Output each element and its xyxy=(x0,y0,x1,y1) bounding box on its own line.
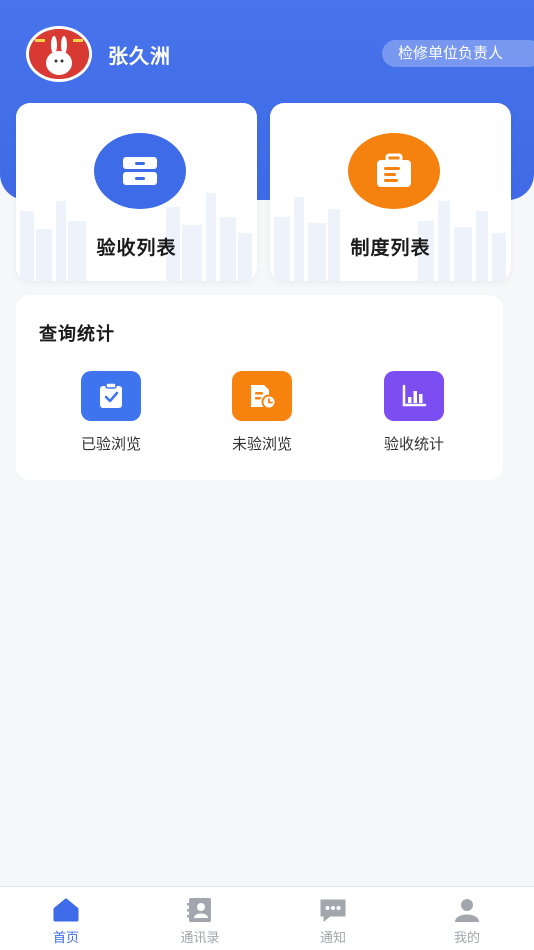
regulation-list-label: 制度列表 xyxy=(350,237,431,259)
acceptance-list-label: 验收列表 xyxy=(96,237,177,259)
stat-item-unaccepted-browse[interactable]: 未验浏览 xyxy=(202,371,322,454)
contacts-icon xyxy=(187,898,211,922)
tab-home[interactable]: 首页 xyxy=(21,897,111,946)
tab-mine-label: 我的 xyxy=(453,931,480,946)
acceptance-list-card[interactable]: 验收列表 xyxy=(16,103,257,281)
acceptance-stats-icon-box xyxy=(384,371,444,421)
stat-item-acceptance-stats[interactable]: 验收统计 xyxy=(354,371,474,454)
unaccepted-browse-icon-box xyxy=(232,371,292,421)
tab-home-label: 首页 xyxy=(52,931,79,946)
tab-notifications[interactable]: 通知 xyxy=(288,897,378,946)
regulation-list-icon-circle xyxy=(348,133,440,209)
unaccepted-browse-label: 未验浏览 xyxy=(231,435,292,453)
tab-notifications-label: 通知 xyxy=(319,931,346,946)
accepted-browse-icon-box xyxy=(81,371,141,421)
query-stats-card: 查询统计 已验浏览 未验浏览 验收统计 xyxy=(16,295,503,480)
document-clock-icon xyxy=(251,385,277,410)
drawer-icon xyxy=(123,157,157,185)
bottom-tab-bar: 首页 通讯录 通知 我的 xyxy=(0,886,534,950)
tab-contacts[interactable]: 通讯录 xyxy=(155,897,245,946)
briefcase-document-icon xyxy=(377,153,411,187)
regulation-list-card[interactable]: 制度列表 xyxy=(270,103,511,281)
acceptance-list-icon-circle xyxy=(94,133,186,209)
acceptance-stats-label: 验收统计 xyxy=(383,435,444,453)
message-icon xyxy=(320,899,346,922)
query-stats-title: 查询统计 xyxy=(39,324,115,345)
accepted-browse-label: 已验浏览 xyxy=(80,435,141,453)
stat-item-accepted-browse[interactable]: 已验浏览 xyxy=(51,371,171,454)
role-badge[interactable]: 检修单位负责人 xyxy=(382,40,534,67)
user-icon xyxy=(455,899,479,922)
avatar-image xyxy=(29,29,89,79)
clipboard-check-icon xyxy=(100,383,122,408)
tab-contacts-label: 通讯录 xyxy=(180,931,220,946)
user-name: 张久洲 xyxy=(108,44,171,68)
home-icon xyxy=(53,898,79,922)
avatar[interactable] xyxy=(26,26,92,82)
tab-mine[interactable]: 我的 xyxy=(422,897,512,946)
bar-chart-icon xyxy=(402,384,427,407)
